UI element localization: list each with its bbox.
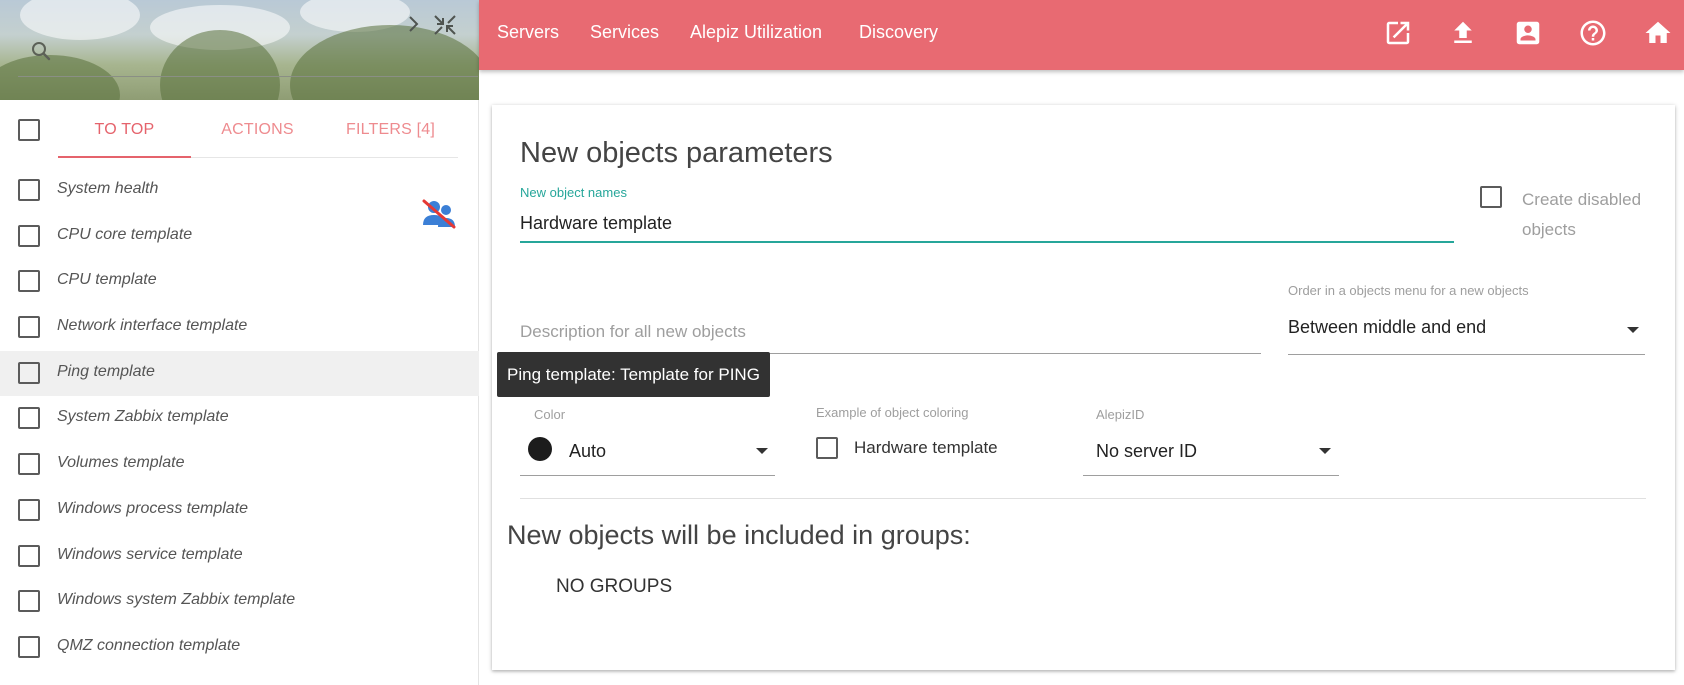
- list-item-checkbox[interactable]: [18, 179, 40, 201]
- contact-icon[interactable]: [1513, 18, 1543, 48]
- list-item[interactable]: Windows system Zabbix template: [0, 579, 479, 625]
- list-item-checkbox[interactable]: [18, 224, 40, 247]
- list-item[interactable]: Network interface template: [0, 305, 479, 351]
- list-item-checkbox[interactable]: [18, 544, 40, 567]
- list-item-checkbox[interactable]: [18, 498, 40, 521]
- divider: [520, 498, 1646, 499]
- alepiz-id-select[interactable]: No server ID: [1083, 427, 1339, 476]
- list-item[interactable]: CPU core template: [0, 214, 479, 260]
- description-input[interactable]: [520, 310, 1261, 354]
- chevron-down-icon: [1319, 448, 1331, 454]
- search-input[interactable]: [18, 76, 478, 77]
- color-label: Color: [534, 407, 566, 422]
- list-item[interactable]: Windows process template: [0, 488, 479, 534]
- object-names-label: New object names: [520, 185, 627, 200]
- list-item-label: QMZ connection template: [57, 636, 241, 654]
- sidebar-tabs: TO TOP ACTIONS FILTERS [4]: [58, 108, 458, 158]
- nav-services[interactable]: Services: [590, 22, 659, 43]
- sidebar-header: [0, 0, 479, 100]
- example-coloring-checkbox[interactable]: [816, 437, 838, 459]
- user-off-icon[interactable]: [420, 198, 458, 230]
- color-value: Auto: [569, 441, 607, 461]
- sidebar: TO TOP ACTIONS FILTERS [4] System health…: [0, 0, 479, 685]
- list-item-label: Windows service template: [57, 545, 243, 563]
- list-item-label: Volumes template: [57, 454, 185, 472]
- open-in-new-icon[interactable]: [1383, 18, 1413, 48]
- example-coloring-text: Hardware template: [854, 438, 998, 457]
- list-item-label: CPU core template: [57, 225, 193, 243]
- list-item-checkbox[interactable]: [18, 453, 40, 476]
- chevron-right-icon[interactable]: [405, 13, 423, 35]
- chevron-down-icon: [756, 448, 768, 454]
- list-item[interactable]: CPU template: [0, 259, 479, 305]
- example-coloring-label: Example of object coloring: [816, 405, 969, 420]
- groups-title: New objects will be included in groups:: [507, 520, 971, 550]
- list-item-checkbox[interactable]: [18, 407, 40, 430]
- nav-servers[interactable]: Servers: [497, 22, 559, 43]
- list-item-checkbox[interactable]: [18, 270, 40, 293]
- alepiz-id-label: AlepizID: [1096, 407, 1145, 422]
- list-item[interactable]: System Zabbix template: [0, 396, 479, 442]
- list-item[interactable]: Volumes template: [0, 442, 479, 488]
- order-label: Order in a objects menu for a new object…: [1288, 283, 1529, 298]
- tab-actions[interactable]: ACTIONS: [191, 108, 324, 158]
- page-title: New objects parameters: [520, 137, 833, 169]
- create-disabled-checkbox[interactable]: [1480, 186, 1502, 208]
- list-item-label: Network interface template: [57, 317, 248, 335]
- alepiz-id-value: No server ID: [1096, 441, 1198, 461]
- list-item[interactable]: Windows service template: [0, 534, 479, 580]
- top-navbar: Servers Services Alepiz Utilization Disc…: [479, 0, 1684, 70]
- list-item-label: Ping template: [57, 362, 155, 380]
- upload-icon[interactable]: [1448, 18, 1478, 48]
- list-item-checkbox[interactable]: [18, 316, 40, 339]
- tab-to-top[interactable]: TO TOP: [58, 108, 191, 158]
- list-item-checkbox[interactable]: [18, 590, 40, 613]
- list-item-checkbox[interactable]: [18, 635, 40, 658]
- select-all-checkbox[interactable]: [18, 119, 40, 141]
- tab-filters[interactable]: FILTERS [4]: [324, 108, 457, 158]
- nav-alepiz-utilization[interactable]: Alepiz Utilization: [690, 22, 822, 43]
- chevron-down-icon: [1627, 327, 1639, 333]
- nav-discovery[interactable]: Discovery: [859, 22, 938, 43]
- list-item[interactable]: QMZ connection template: [0, 625, 479, 671]
- color-select[interactable]: Auto: [520, 427, 775, 476]
- help-icon[interactable]: [1578, 18, 1608, 48]
- order-value: Between middle and end: [1288, 317, 1487, 337]
- home-icon[interactable]: [1643, 18, 1673, 48]
- list-item[interactable]: System health: [0, 168, 479, 214]
- color-swatch: [528, 437, 552, 461]
- tooltip: Ping template: Template for PING: [497, 352, 770, 397]
- list-item-checkbox[interactable]: [18, 361, 40, 384]
- list-item-label: System health: [57, 180, 159, 197]
- list-item-label: CPU template: [57, 271, 157, 289]
- create-disabled-label: Create disabled objects: [1522, 190, 1642, 239]
- list-item-label: Windows process template: [57, 499, 249, 517]
- order-select[interactable]: Between middle and end: [1288, 305, 1645, 355]
- object-names-input[interactable]: [520, 205, 1454, 243]
- object-list: System health CPU core template CPU temp…: [0, 168, 479, 671]
- list-item[interactable]: Ping template: [0, 350, 479, 397]
- list-item-label: Windows system Zabbix template: [57, 591, 296, 609]
- list-item-label: System Zabbix template: [57, 408, 229, 426]
- collapse-icon[interactable]: [431, 12, 459, 38]
- groups-empty-text: NO GROUPS: [556, 576, 673, 597]
- search-icon[interactable]: [29, 39, 53, 63]
